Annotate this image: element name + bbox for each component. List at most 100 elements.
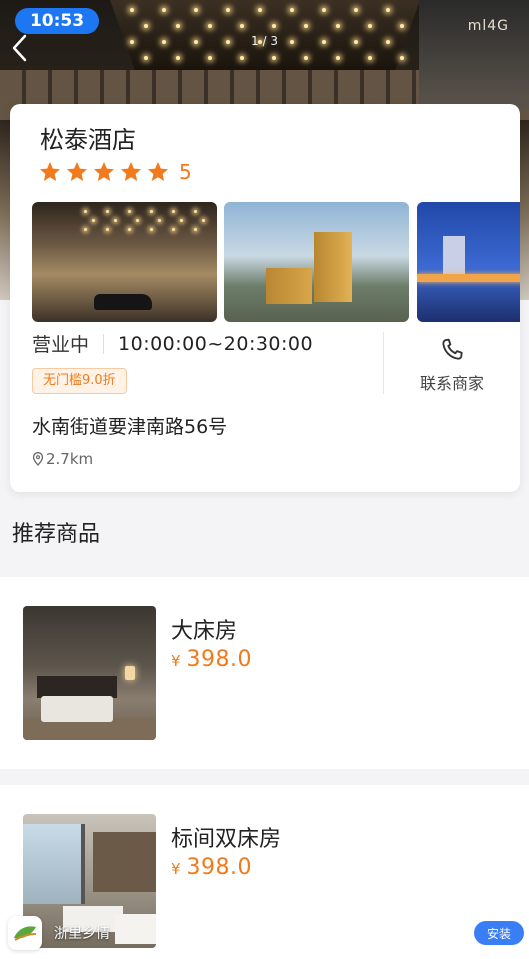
distance-value: 2.7km xyxy=(46,450,94,468)
ceiling-light xyxy=(84,228,87,231)
ceiling-light xyxy=(240,24,244,28)
ceiling-light xyxy=(272,56,276,60)
ceiling-light xyxy=(400,24,404,28)
ceiling-light xyxy=(92,219,95,222)
photo-building xyxy=(443,236,465,276)
ceiling-light xyxy=(172,228,175,231)
hero-building xyxy=(419,0,529,110)
ceiling-light xyxy=(194,210,197,213)
ceiling-light xyxy=(368,24,372,28)
photo-tower xyxy=(314,232,352,302)
business-status: 营业中 xyxy=(32,334,90,356)
star-rating xyxy=(38,160,173,184)
product-name: 大床房 xyxy=(171,619,238,644)
product-image[interactable] xyxy=(23,606,156,740)
ceiling-light xyxy=(240,56,244,60)
ceiling-light xyxy=(144,24,148,28)
gallery-photo[interactable] xyxy=(32,202,217,322)
phone-icon xyxy=(442,338,463,360)
ceiling-light xyxy=(304,56,308,60)
currency-symbol: ¥ xyxy=(171,860,181,878)
product-name: 标间双床房 xyxy=(171,827,282,852)
gallery-photo[interactable] xyxy=(224,202,409,322)
ceiling-light xyxy=(386,8,390,12)
ceiling-light xyxy=(144,56,148,60)
photo-car xyxy=(94,294,152,310)
room-bed xyxy=(115,914,156,944)
room-wall xyxy=(93,832,156,892)
price-amount: 398.0 xyxy=(186,647,253,672)
ceiling-light xyxy=(208,56,212,60)
price-amount: 398.0 xyxy=(186,855,253,880)
contact-merchant-button[interactable]: 联系商家 xyxy=(402,336,502,394)
divider xyxy=(103,333,105,354)
star-icon xyxy=(40,162,60,181)
ceiling-light xyxy=(106,228,109,231)
ceiling-light xyxy=(368,56,372,60)
ceiling-light xyxy=(84,210,87,213)
photo-page-indicator: 1 / 3 xyxy=(251,34,278,48)
ceiling-light xyxy=(136,219,139,222)
ceiling-light xyxy=(150,228,153,231)
ceiling-light xyxy=(336,24,340,28)
ceiling-light xyxy=(322,8,326,12)
ceiling-light xyxy=(130,8,134,12)
product-price: ¥ 398.0 xyxy=(171,855,252,880)
ceiling-light xyxy=(194,228,197,231)
currency-symbol: ¥ xyxy=(171,652,181,670)
ceiling-light xyxy=(272,24,276,28)
install-button[interactable]: 安装 xyxy=(474,921,524,945)
product-card[interactable]: 大床房 ¥ 398.0 xyxy=(0,577,529,769)
section-title: 推荐商品 xyxy=(12,522,101,547)
hotel-info-card: 松泰酒店 5 营业中 10:00:00~20:30:00 无门槛9.0折 联系商… xyxy=(10,104,520,492)
ceiling-light xyxy=(180,219,183,222)
leaf-icon xyxy=(14,926,37,941)
ceiling-light xyxy=(208,24,212,28)
ceiling-light xyxy=(194,8,198,12)
business-status-row: 营业中 10:00:00~20:30:00 xyxy=(32,330,313,357)
ceiling-light xyxy=(226,8,230,12)
room-bed xyxy=(41,696,113,722)
photo-gallery[interactable] xyxy=(32,202,520,322)
star-icon xyxy=(148,162,168,181)
ceiling-light xyxy=(128,228,131,231)
contact-merchant-label: 联系商家 xyxy=(419,374,484,393)
discount-badge: 无门槛9.0折 xyxy=(32,368,127,394)
ceiling-light xyxy=(176,56,180,60)
ceiling-light xyxy=(258,8,262,12)
room-headboard xyxy=(37,676,117,698)
ceiling-light xyxy=(162,8,166,12)
gallery-photo[interactable] xyxy=(417,202,520,322)
rating-value: 5 xyxy=(179,160,192,184)
ceiling-light xyxy=(150,210,153,213)
business-hours: 10:00:00~20:30:00 xyxy=(118,332,314,355)
app-brand[interactable]: 浙里乡情 xyxy=(8,913,110,953)
photo-tower xyxy=(266,268,312,304)
star-icon xyxy=(67,162,87,181)
hotel-address[interactable]: 水南街道要津南路56号 xyxy=(32,412,227,439)
ceiling-light xyxy=(304,24,308,28)
ceiling-light xyxy=(172,210,175,213)
room-window xyxy=(23,824,85,904)
photo-bridge xyxy=(417,274,520,282)
ceiling-light xyxy=(106,210,109,213)
ceiling-light xyxy=(158,219,161,222)
divider xyxy=(383,332,384,394)
ceiling-light xyxy=(114,219,117,222)
product-price: ¥ 398.0 xyxy=(171,647,252,672)
ceiling-light xyxy=(336,56,340,60)
brand-name: 浙里乡情 xyxy=(54,926,110,942)
star-icon xyxy=(94,162,114,181)
hotel-name: 松泰酒店 xyxy=(40,126,136,154)
ceiling-light xyxy=(128,210,131,213)
brand-logo-icon xyxy=(8,916,42,950)
hotel-rating: 5 xyxy=(38,160,192,184)
star-icon xyxy=(121,162,141,181)
ceiling-light xyxy=(176,24,180,28)
hero-sign: ml4G xyxy=(467,18,509,34)
distance-row: 2.7km xyxy=(32,450,93,468)
ceiling-light xyxy=(290,8,294,12)
ceiling-light xyxy=(354,8,358,12)
ceiling-light xyxy=(400,56,404,60)
app-screen: ml4G 10:53 1 / 3 松泰酒店 5 营业中 10:00:00~20:… xyxy=(0,0,529,959)
